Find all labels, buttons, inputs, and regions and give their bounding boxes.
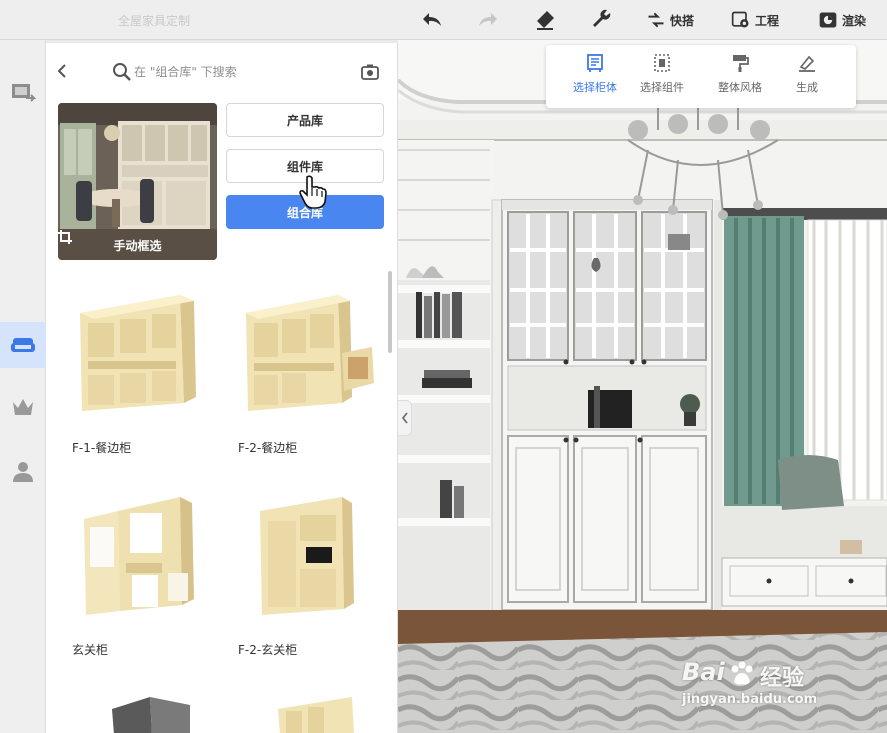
quick-build-button[interactable]: 快搭 (646, 8, 694, 32)
search-icon (113, 63, 131, 81)
eraser-icon (537, 11, 554, 30)
paint-roller-icon (733, 55, 749, 72)
back-button[interactable] (52, 61, 72, 81)
top-toolbar: 全屋家具定制 快搭 工程 渲染 (0, 0, 887, 40)
tab-label: 组件库 (286, 159, 323, 174)
item-label: F-1-餐边柜 (72, 441, 132, 455)
rail-item-import[interactable] (0, 70, 46, 116)
wrench-icon (593, 9, 611, 27)
cabinet-thumbnail (84, 497, 194, 615)
project-label: 工程 (755, 13, 780, 28)
list-item[interactable]: F-1-餐边柜 (72, 283, 222, 455)
search-row (46, 43, 398, 97)
app-title: 全屋家具定制 (118, 14, 191, 28)
cabinet-thumbnail (246, 295, 374, 411)
crown-icon (13, 399, 33, 415)
rail-item-account[interactable] (0, 448, 46, 494)
crop-select-icon (58, 230, 72, 244)
tool-label: 生成 (796, 81, 818, 94)
manual-select-label: 手动框选 (113, 238, 162, 253)
baidu-jingyan-watermark: Bai 经验 jingyan.baidu.com (680, 658, 880, 718)
project-button[interactable]: 工程 (731, 8, 779, 32)
library-panel: 手动框选 产品库 组件库 组合库 F-1-餐边柜 (46, 43, 398, 733)
redo-button[interactable] (476, 8, 500, 32)
list-item[interactable]: F-2-玄关柜 (238, 483, 388, 657)
design-viewport[interactable] (398, 40, 887, 733)
render-label: 渲染 (842, 13, 867, 28)
tool-label: 选择组件 (640, 81, 684, 94)
camera-render-icon (819, 12, 837, 28)
room-render (398, 40, 887, 733)
left-rail (0, 40, 46, 733)
list-item[interactable]: 玄关柜 (72, 483, 222, 657)
undo-icon (423, 13, 441, 26)
render-button[interactable]: 渲染 (818, 8, 866, 32)
sofa-icon (11, 338, 35, 352)
cabinet-icon (587, 54, 603, 72)
import-icon (12, 84, 36, 102)
panel-scrollbar[interactable] (388, 271, 392, 353)
tool-label: 整体风格 (718, 81, 762, 94)
rail-item-vip[interactable] (0, 384, 46, 430)
manual-select-button[interactable]: 手动框选 (58, 230, 217, 260)
tab-product-library[interactable]: 产品库 (226, 103, 384, 137)
eraser-button[interactable] (533, 8, 557, 32)
watermark-brand-right: 经验 (760, 666, 805, 691)
wrench-button[interactable] (590, 8, 614, 32)
user-icon (13, 462, 33, 482)
hand-cursor-icon (299, 175, 327, 209)
tool-select-cabinet[interactable]: 选择柜体 (560, 53, 630, 103)
cabinet-thumbnail (80, 295, 196, 411)
item-label: F-2-玄关柜 (238, 643, 298, 657)
cabinet-tool-popup: 选择柜体 选择组件 整体风格 生成 (546, 45, 856, 108)
tool-overall-style[interactable]: 整体风格 (705, 53, 775, 103)
generate-icon (799, 55, 815, 72)
rail-item-furniture[interactable] (0, 322, 46, 368)
item-label: F-2-餐边柜 (238, 441, 298, 455)
undo-button[interactable] (420, 8, 444, 32)
chevron-left-icon (401, 412, 408, 424)
list-item[interactable]: F-2-餐边柜 (238, 283, 388, 455)
gear-frame-icon (731, 11, 749, 28)
paw-logo-icon (731, 661, 753, 685)
search-input[interactable] (134, 60, 354, 84)
redo-icon (479, 13, 497, 26)
lightning-icon (648, 12, 664, 28)
cabinet-thumbnail (112, 697, 190, 733)
room-preview-image[interactable]: 手动框选 (58, 103, 217, 260)
watermark-url: jingyan.baidu.com (682, 692, 818, 707)
tab-label: 产品库 (286, 113, 323, 128)
select-component-icon (654, 54, 670, 72)
tool-generate[interactable]: 生成 (772, 53, 842, 103)
tool-select-component[interactable]: 选择组件 (627, 53, 697, 103)
item-label: 玄关柜 (72, 643, 109, 657)
collapse-panel-button[interactable] (398, 400, 412, 436)
cabinet-thumbnail (260, 497, 354, 615)
watermark-brand-left: Bai (682, 658, 725, 686)
chevron-left-icon (57, 64, 66, 78)
quick-build-label: 快搭 (670, 13, 695, 28)
camera-search-icon[interactable] (360, 62, 380, 82)
tool-label: 选择柜体 (573, 81, 617, 94)
cabinet-thumbnail (278, 697, 354, 733)
